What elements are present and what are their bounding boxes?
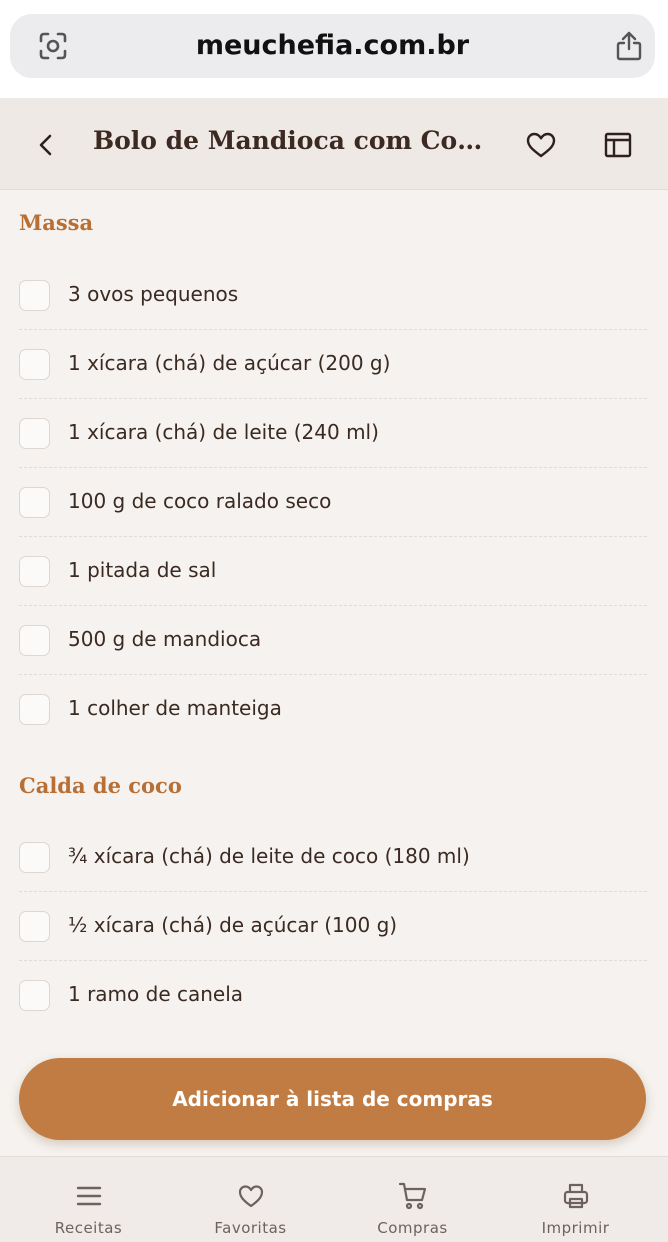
ingredient-label: 1 ramo de canela bbox=[68, 982, 244, 1006]
bottom-tab-bar: Receitas Favoritas Compras Imprimir bbox=[0, 1156, 668, 1242]
tab-label: Favoritas bbox=[214, 1219, 287, 1237]
recipe-header: Bolo de Mandioca com Cobert... bbox=[0, 98, 668, 190]
tab-receitas[interactable]: Receitas bbox=[5, 1157, 172, 1242]
tab-label: Receitas bbox=[54, 1219, 123, 1237]
ingredient-label: 1 colher de manteiga bbox=[68, 696, 282, 720]
ingredient-checkbox[interactable] bbox=[19, 911, 50, 942]
menu-icon bbox=[76, 1186, 102, 1206]
ingredient-label: ½ xícara (chá) de açúcar (100 g) bbox=[68, 913, 398, 937]
heart-icon[interactable] bbox=[525, 131, 557, 159]
tab-favoritas[interactable]: Favoritas bbox=[167, 1157, 334, 1242]
ingredient-label: 500 g de mandioca bbox=[68, 627, 262, 651]
ingredient-item[interactable]: 1 ramo de canela bbox=[19, 961, 647, 1030]
ingredient-checkbox[interactable] bbox=[19, 487, 50, 518]
add-to-shopping-list-button[interactable]: Adicionar à lista de compras bbox=[19, 1058, 646, 1140]
ingredient-checkbox[interactable] bbox=[19, 349, 50, 380]
ingredient-checkbox[interactable] bbox=[19, 556, 50, 587]
tab-label: Compras bbox=[377, 1219, 448, 1237]
ingredient-item[interactable]: 1 pitada de sal bbox=[19, 537, 647, 606]
ingredient-list-calda: ¾ xícara (chá) de leite de coco (180 ml)… bbox=[0, 823, 668, 1030]
ingredient-label: 1 xícara (chá) de açúcar (200 g) bbox=[68, 351, 391, 375]
printer-icon bbox=[563, 1183, 589, 1209]
table-layout-icon[interactable] bbox=[602, 129, 634, 161]
section-title-calda: Calda de coco bbox=[19, 773, 182, 798]
chevron-left-icon[interactable] bbox=[30, 128, 64, 162]
url-text[interactable]: meuchefia.com.br bbox=[10, 30, 655, 61]
heart-icon bbox=[238, 1185, 264, 1208]
ingredient-label: 3 ovos pequenos bbox=[68, 282, 239, 306]
ingredient-list-massa: 3 ovos pequenos 1 xícara (chá) de açúcar… bbox=[0, 261, 668, 744]
ingredient-checkbox[interactable] bbox=[19, 694, 50, 725]
share-icon[interactable] bbox=[614, 30, 644, 62]
ingredient-item[interactable]: 500 g de mandioca bbox=[19, 606, 647, 675]
ingredient-checkbox[interactable] bbox=[19, 280, 50, 311]
tab-compras[interactable]: Compras bbox=[329, 1157, 496, 1242]
tab-imprimir[interactable]: Imprimir bbox=[492, 1157, 659, 1242]
ingredient-checkbox[interactable] bbox=[19, 980, 50, 1011]
ingredient-item[interactable]: ¾ xícara (chá) de leite de coco (180 ml) bbox=[19, 823, 647, 892]
tab-label: Imprimir bbox=[541, 1219, 610, 1237]
ingredient-item[interactable]: 1 xícara (chá) de açúcar (200 g) bbox=[19, 330, 647, 399]
ingredient-item[interactable]: 3 ovos pequenos bbox=[19, 261, 647, 330]
recipe-title: Bolo de Mandioca com Cobert... bbox=[93, 126, 498, 155]
url-bar[interactable]: meuchefia.com.br bbox=[10, 14, 655, 78]
ingredient-item[interactable]: 1 colher de manteiga bbox=[19, 675, 647, 744]
ingredient-label: 1 pitada de sal bbox=[68, 558, 217, 582]
ingredient-label: 1 xícara (chá) de leite (240 ml) bbox=[68, 420, 379, 444]
ingredient-checkbox[interactable] bbox=[19, 418, 50, 449]
ingredient-checkbox[interactable] bbox=[19, 625, 50, 656]
ingredient-checkbox[interactable] bbox=[19, 842, 50, 873]
ingredient-label: 100 g de coco ralado seco bbox=[68, 489, 332, 513]
cart-icon bbox=[398, 1182, 427, 1210]
ingredient-item[interactable]: 1 xícara (chá) de leite (240 ml) bbox=[19, 399, 647, 468]
section-title-massa: Massa bbox=[19, 210, 94, 235]
ingredient-item[interactable]: 100 g de coco ralado seco bbox=[19, 468, 647, 537]
ingredient-item[interactable]: ½ xícara (chá) de açúcar (100 g) bbox=[19, 892, 647, 961]
ingredient-label: ¾ xícara (chá) de leite de coco (180 ml) bbox=[68, 844, 470, 868]
browser-chrome: meuchefia.com.br bbox=[0, 0, 668, 98]
